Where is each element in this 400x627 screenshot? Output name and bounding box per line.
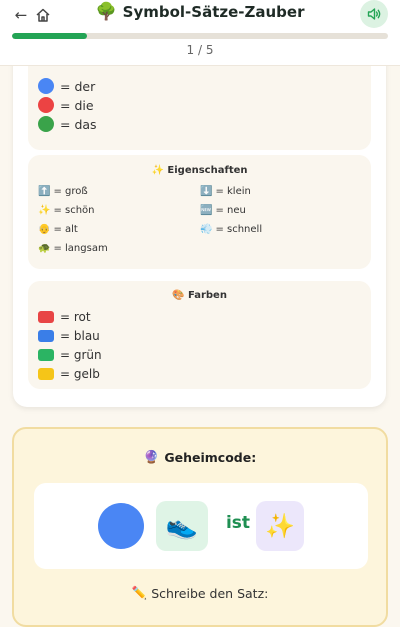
palette-icon: 🎨 (172, 290, 185, 301)
article-color-dot (38, 116, 54, 132)
sparkles-icon: ✨ (151, 165, 164, 176)
property-item: 👴 = alt (38, 224, 78, 235)
progress-counter: 1 / 5 (186, 43, 214, 57)
colors-title-text: Farben (187, 290, 227, 301)
property-item: 💨 = schnell (200, 224, 262, 235)
up-arrow-icon: ⬆️ (38, 186, 51, 197)
app-header: ← 🌳 Symbol-Sätze-Zauber 1 / 5 (0, 0, 400, 66)
properties-panel: ✨ Eigenschaften ⬆️ = groß ⬇️ = klein ✨ =… (28, 155, 371, 269)
sparkle-symbol-tile: ✨ (256, 501, 304, 551)
properties-title-text: Eigenschaften (167, 165, 248, 176)
page-title: 🌳 Symbol-Sätze-Zauber (0, 2, 400, 22)
color-swatch (38, 368, 54, 380)
color-label: = blau (60, 329, 100, 343)
speaker-icon (367, 8, 381, 20)
property-item: ✨ = schön (38, 205, 95, 216)
property-label: = neu (215, 205, 246, 216)
colors-panel: 🎨 Farben = rot = blau = grün = gelb (28, 281, 371, 389)
blue-circle-symbol (98, 503, 144, 549)
color-row: = grün (38, 348, 102, 362)
sparkles-icon: ✨ (38, 205, 51, 216)
property-label: = schnell (215, 224, 263, 235)
pencil-icon: ✏️ (131, 585, 148, 600)
page-title-text: Symbol-Sätze-Zauber (122, 3, 305, 21)
shoe-icon: 👟 (165, 511, 199, 541)
property-label: = schön (53, 205, 95, 216)
article-label: = das (60, 116, 97, 132)
property-item: 🐢 = langsam (38, 243, 108, 254)
color-swatch (38, 330, 54, 342)
property-label: = groß (53, 186, 88, 197)
turtle-icon: 🐢 (38, 243, 51, 254)
progress-bar (12, 33, 388, 39)
property-item: ⬆️ = groß (38, 186, 88, 197)
article-der-row: = der (38, 78, 95, 94)
colors-title: 🎨 Farben (28, 290, 371, 301)
property-item: ⬇️ = klein (200, 186, 251, 197)
write-sentence-text: Schreibe den Satz: (151, 585, 269, 601)
color-label: = gelb (60, 367, 100, 381)
property-label: = klein (215, 186, 251, 197)
articles-panel: = der = die = das (28, 60, 371, 150)
article-die-row: = die (38, 97, 94, 113)
property-label: = alt (53, 224, 78, 235)
sparkles-icon: ✨ (265, 512, 295, 540)
code-title: 🔮 Geheimcode: (14, 449, 386, 465)
crystal-ball-icon: 🔮 (143, 449, 160, 464)
write-sentence-label: ✏️ Schreibe den Satz: (14, 585, 386, 601)
color-label: = grün (60, 348, 102, 362)
progress-fill (12, 33, 88, 39)
speaker-button[interactable] (360, 0, 388, 28)
color-row: = gelb (38, 367, 100, 381)
code-title-text: Geheimcode: (164, 449, 257, 465)
article-color-dot (38, 78, 54, 94)
properties-title: ✨ Eigenschaften (28, 165, 371, 176)
color-label: = rot (60, 310, 91, 324)
color-swatch (38, 311, 54, 323)
secret-code-card: 🔮 Geheimcode: 👟 ist ✨ ✏️ Schreibe den Sa… (12, 427, 388, 627)
color-swatch (38, 349, 54, 361)
new-badge-icon: 🆕 (200, 205, 213, 216)
symbol-legend-card: = der = die = das ✨ Eigenschaften ⬆️ = g… (13, 40, 386, 407)
word-ist: ist (225, 513, 251, 533)
article-label: = der (60, 78, 96, 94)
color-row: = blau (38, 329, 100, 343)
wind-icon: 💨 (200, 224, 213, 235)
article-label: = die (60, 97, 94, 113)
article-color-dot (38, 97, 54, 113)
property-item: 🆕 = neu (200, 205, 246, 216)
property-label: = langsam (53, 243, 108, 254)
article-das-row: = das (38, 116, 97, 132)
shoe-symbol-tile: 👟 (156, 501, 208, 551)
down-arrow-icon: ⬇️ (200, 186, 213, 197)
old-man-icon: 👴 (38, 224, 51, 235)
code-symbols-box: 👟 ist ✨ (34, 483, 368, 569)
tree-icon: 🌳 (95, 2, 117, 22)
color-row: = rot (38, 310, 91, 324)
